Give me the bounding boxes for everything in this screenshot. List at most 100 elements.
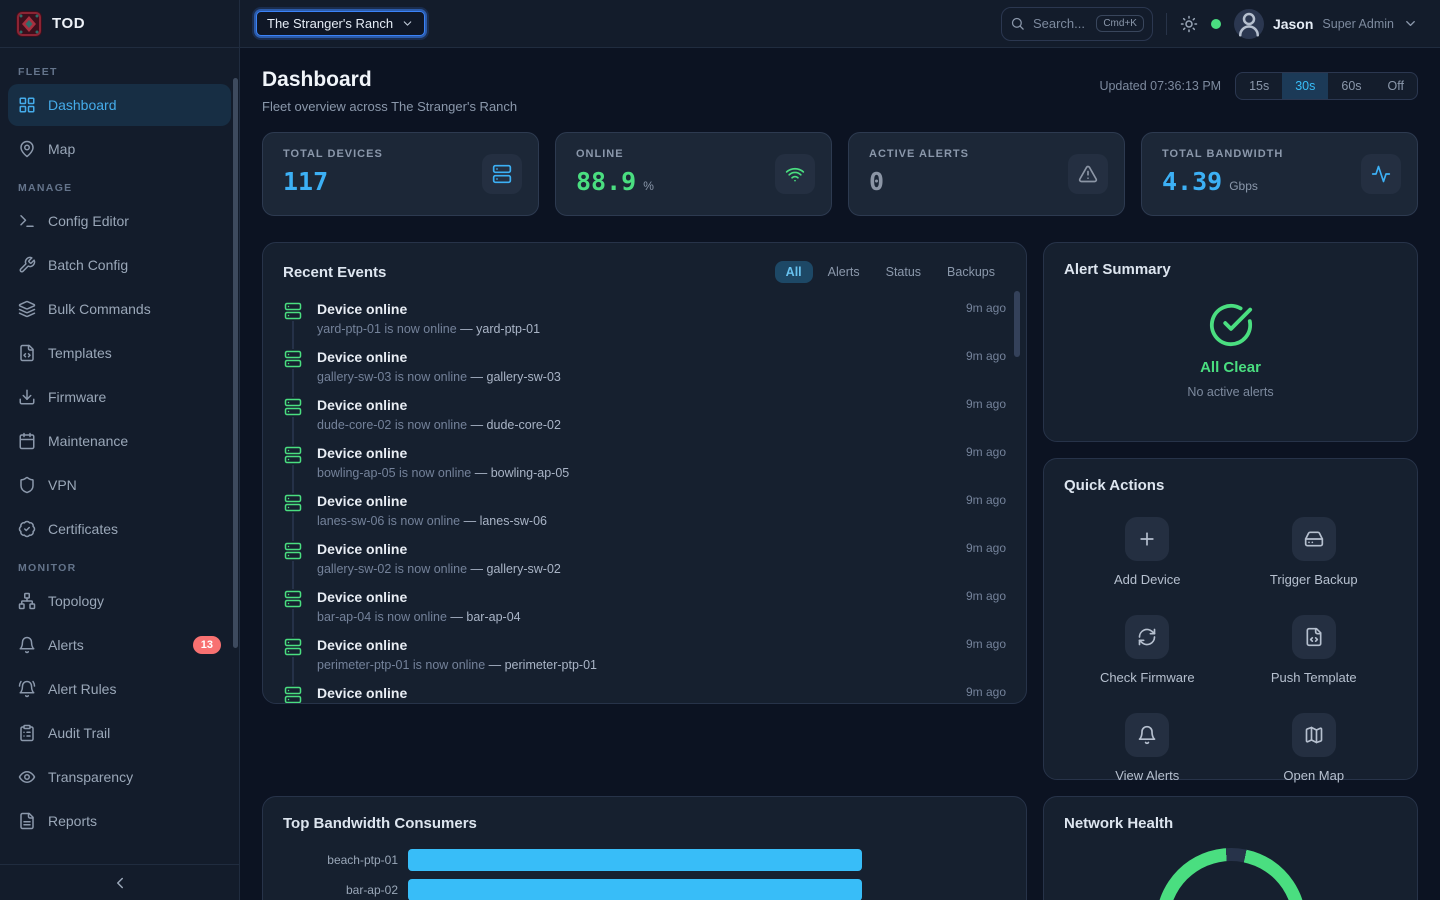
- sidebar-collapse-button[interactable]: [0, 864, 239, 900]
- brand-row: TOD: [0, 0, 239, 48]
- network-icon: [18, 592, 36, 610]
- event-row: Device onlinelanes-sw-06 is now online —…: [283, 487, 1006, 535]
- bandwidth-device-label: bar-ap-02: [283, 883, 408, 897]
- stat-card-total-devices: TOTAL DEVICES117: [262, 132, 539, 216]
- stat-value: 88.9: [576, 167, 636, 196]
- event-row: Device online 9m ago: [283, 679, 1006, 704]
- event-title: Device online: [317, 301, 942, 317]
- event-row: Device onlineperimeter-ptp-01 is now onl…: [283, 631, 1006, 679]
- event-time: 9m ago: [966, 397, 1006, 439]
- user-role: Super Admin: [1322, 17, 1394, 31]
- server-icon: [283, 397, 303, 417]
- quick-action-push-template[interactable]: Push Template: [1271, 615, 1357, 685]
- server-icon: [482, 154, 522, 194]
- sidebar-item-label: Batch Config: [48, 257, 128, 273]
- clipboard-list-icon: [18, 724, 36, 742]
- event-title: Device online: [317, 589, 942, 605]
- bandwidth-device-label: beach-ptp-01: [283, 853, 408, 867]
- quick-action-check-firmware[interactable]: Check Firmware: [1100, 615, 1195, 685]
- page-title: Dashboard: [262, 68, 517, 92]
- site-selector[interactable]: The Stranger's Ranch: [256, 11, 425, 36]
- quick-actions-title: Quick Actions: [1064, 477, 1164, 494]
- sidebar-item-bulk-commands[interactable]: Bulk Commands: [8, 288, 231, 330]
- sidebar-item-maintenance[interactable]: Maintenance: [8, 420, 231, 462]
- refresh-option-15s[interactable]: 15s: [1236, 73, 1282, 99]
- theme-toggle-sun-icon[interactable]: [1180, 15, 1198, 33]
- event-filter-backups[interactable]: Backups: [936, 261, 1006, 283]
- topbar-right: Search... Cmd+K Jason Super Admin: [1001, 7, 1418, 41]
- sidebar-item-dashboard[interactable]: Dashboard: [8, 84, 231, 126]
- quick-action-add-device[interactable]: Add Device: [1114, 517, 1180, 587]
- sidebar-item-label: Alert Rules: [48, 681, 116, 697]
- sidebar-item-vpn[interactable]: VPN: [8, 464, 231, 506]
- event-list: Device onlineyard-ptp-01 is now online —…: [283, 295, 1006, 704]
- quick-action-label: View Alerts: [1115, 768, 1179, 783]
- refresh-option-60s[interactable]: 60s: [1328, 73, 1374, 99]
- event-row: Device onlinedude-core-02 is now online …: [283, 391, 1006, 439]
- sidebar-item-alerts[interactable]: Alerts13: [8, 624, 231, 666]
- sidebar-item-alert-rules[interactable]: Alert Rules: [8, 668, 231, 710]
- sidebar-item-config-editor[interactable]: Config Editor: [8, 200, 231, 242]
- page-subtitle: Fleet overview across The Stranger's Ran…: [262, 99, 517, 114]
- shield-icon: [18, 476, 36, 494]
- sidebar-section-label: MANAGE: [8, 172, 231, 200]
- alert-summary-panel: Alert Summary All Clear No active alerts: [1043, 242, 1418, 442]
- event-filter-all[interactable]: All: [775, 261, 813, 283]
- sidebar-item-templates[interactable]: Templates: [8, 332, 231, 374]
- bandwidth-title: Top Bandwidth Consumers: [283, 815, 477, 832]
- quick-action-trigger-backup[interactable]: Trigger Backup: [1270, 517, 1358, 587]
- check-circle-icon: [1208, 302, 1254, 348]
- bell-icon: [18, 636, 36, 654]
- site-selector-value: The Stranger's Ranch: [267, 16, 393, 31]
- quick-actions-grid: Add Device Trigger Backup Check Firmware Pu…: [1064, 517, 1397, 783]
- refresh-option-30s[interactable]: 30s: [1282, 73, 1328, 99]
- sidebar-item-certificates[interactable]: Certificates: [8, 508, 231, 550]
- quick-action-open-map[interactable]: Open Map: [1283, 713, 1344, 783]
- sidebar-item-transparency[interactable]: Transparency: [8, 756, 231, 798]
- sidebar-nav: FLEETDashboardMapMANAGEConfig EditorBatc…: [0, 48, 239, 864]
- search-icon: [1010, 16, 1025, 31]
- sidebar-item-label: Reports: [48, 813, 97, 829]
- sidebar: TOD FLEETDashboardMapMANAGEConfig Editor…: [0, 0, 240, 900]
- network-health-panel: Network Health 88: [1043, 796, 1418, 900]
- hard-drive-icon: [1292, 517, 1336, 561]
- user-menu[interactable]: Jason Super Admin: [1234, 9, 1418, 39]
- event-time: 9m ago: [966, 541, 1006, 583]
- event-time: 9m ago: [966, 685, 1006, 704]
- activity-icon: [1361, 154, 1401, 194]
- network-health-title: Network Health: [1064, 815, 1173, 832]
- stat-value: 0: [869, 167, 884, 196]
- content: Dashboard Fleet overview across The Stra…: [240, 48, 1440, 900]
- event-title: Device online: [317, 349, 942, 365]
- wifi-icon: [775, 154, 815, 194]
- recent-events-title: Recent Events: [283, 264, 386, 281]
- sidebar-item-firmware[interactable]: Firmware: [8, 376, 231, 418]
- refresh-interval-segmented: 15s30s60sOff: [1235, 72, 1418, 100]
- sidebar-item-batch-config[interactable]: Batch Config: [8, 244, 231, 286]
- sidebar-scrollbar[interactable]: [233, 78, 238, 648]
- search-placeholder: Search...: [1033, 16, 1088, 31]
- sidebar-item-label: Config Editor: [48, 213, 129, 229]
- event-title: Device online: [317, 685, 942, 701]
- quick-action-label: Trigger Backup: [1270, 572, 1358, 587]
- sidebar-item-label: Topology: [48, 593, 104, 609]
- page-header: Dashboard Fleet overview across The Stra…: [262, 68, 1418, 114]
- event-title: Device online: [317, 493, 942, 509]
- event-filter-status[interactable]: Status: [875, 261, 932, 283]
- avatar: [1234, 9, 1264, 39]
- sidebar-item-audit-trail[interactable]: Audit Trail: [8, 712, 231, 754]
- sidebar-item-topology[interactable]: Topology: [8, 580, 231, 622]
- event-filter-alerts[interactable]: Alerts: [817, 261, 871, 283]
- refresh-option-off[interactable]: Off: [1375, 73, 1417, 99]
- event-time: 9m ago: [966, 349, 1006, 391]
- event-description: bowling-ap-05 is now online — bowling-ap…: [317, 466, 942, 480]
- alert-summary-title: Alert Summary: [1064, 261, 1397, 278]
- sidebar-item-label: Map: [48, 141, 75, 157]
- sidebar-item-reports[interactable]: Reports: [8, 800, 231, 842]
- events-scrollbar[interactable]: [1014, 291, 1020, 357]
- search-input[interactable]: Search... Cmd+K: [1001, 7, 1153, 41]
- alert-triangle-icon: [1068, 154, 1108, 194]
- sidebar-item-map[interactable]: Map: [8, 128, 231, 170]
- updated-timestamp: Updated 07:36:13 PM: [1099, 79, 1221, 93]
- quick-action-view-alerts[interactable]: View Alerts: [1115, 713, 1179, 783]
